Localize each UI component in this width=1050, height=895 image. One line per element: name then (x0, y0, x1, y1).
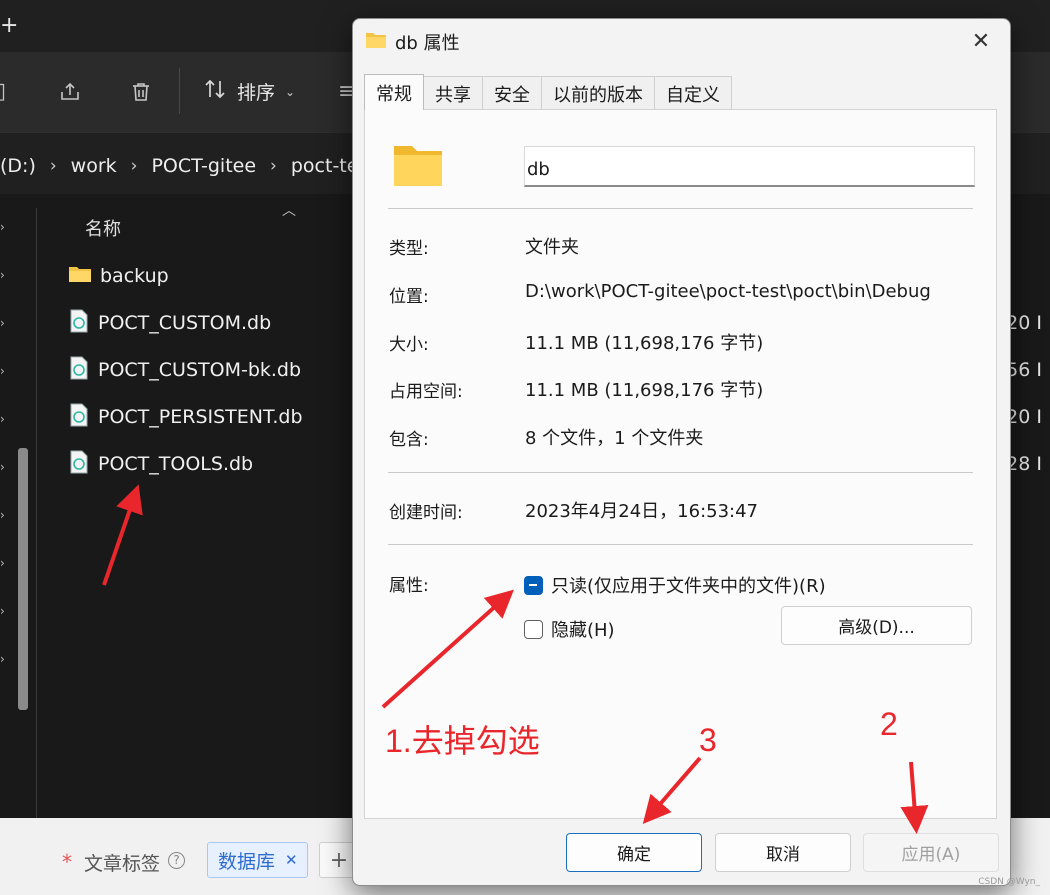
divider (388, 544, 973, 545)
breadcrumb-chevron-icon: › (131, 156, 138, 176)
db-file-icon (68, 403, 90, 432)
sort-arrows-icon (203, 78, 227, 105)
type-value: 文件夹 (525, 233, 579, 259)
pane-divider (36, 208, 37, 818)
tab-customize[interactable]: 自定义 (654, 76, 732, 110)
dialog-title-bar: db 属性 (365, 29, 460, 55)
dialog-title: db 属性 (395, 29, 460, 55)
size-label: 大小: (389, 330, 429, 355)
tag-chip-label: 数据库 (218, 847, 275, 874)
nav-expand-icon[interactable]: › (0, 366, 8, 376)
breadcrumb-drive[interactable]: (D:) (0, 155, 36, 177)
dialog-tabs: 常规 共享 安全 以前的版本 自定义 (364, 76, 731, 110)
tab-sharing[interactable]: 共享 (423, 76, 483, 110)
copy-icon[interactable]: ▯ (0, 80, 6, 104)
chevron-down-icon: ⌄ (285, 85, 295, 99)
nav-expand-icon[interactable]: › (0, 270, 8, 280)
hidden-checkbox-row[interactable]: 隐藏(H) (524, 616, 615, 642)
sort-label: 排序 (237, 78, 275, 105)
contains-value: 8 个文件，1 个文件夹 (525, 424, 703, 450)
created-value: 2023年4月24日，16:53:47 (525, 497, 758, 523)
nav-expand-icon[interactable]: › (0, 414, 8, 424)
db-file-icon (68, 450, 90, 479)
nav-expand-icon[interactable]: › (0, 606, 8, 616)
sort-ascending-icon: ︿ (282, 200, 296, 220)
breadcrumb-work[interactable]: work (71, 155, 117, 177)
ok-button[interactable]: 确定 (566, 833, 702, 872)
hidden-checkbox[interactable] (524, 620, 543, 639)
watermark: CSDN @Wyn_ (978, 877, 1040, 887)
column-header-name[interactable]: 名称 (85, 215, 121, 241)
annotation-step2: 2 (880, 706, 898, 743)
nav-expand-icon[interactable]: › (0, 222, 8, 232)
tag-chip[interactable]: 数据库 ✕ (207, 842, 308, 878)
share-icon[interactable] (58, 80, 82, 110)
location-label: 位置: (389, 282, 429, 307)
breadcrumb-chevron-icon: › (50, 156, 57, 176)
file-size-partial: 20 I (1006, 406, 1042, 428)
file-name: POCT_PERSISTENT.db (98, 406, 303, 428)
toolbar-divider (179, 68, 180, 114)
list-item[interactable]: POCT_CUSTOM-bk.db (68, 353, 301, 387)
annotation-step3: 3 (699, 722, 717, 759)
new-tab-icon[interactable]: + (0, 14, 18, 38)
readonly-checkbox-row[interactable]: 只读(仅应用于文件夹中的文件)(R) (524, 572, 826, 598)
tab-security[interactable]: 安全 (482, 76, 542, 110)
contains-label: 包含: (389, 425, 429, 450)
folder-icon (365, 31, 387, 54)
sort-button[interactable]: 排序 ⌄ (203, 78, 295, 105)
list-item[interactable]: POCT_TOOLS.db (68, 447, 253, 481)
advanced-button[interactable]: 高级(D)... (781, 606, 972, 645)
plus-icon: + (330, 848, 348, 873)
hidden-checkbox-label: 隐藏(H) (551, 616, 615, 642)
list-item[interactable]: backup (68, 259, 169, 293)
divider (388, 208, 973, 209)
file-name: backup (100, 265, 169, 287)
db-file-icon (68, 309, 90, 338)
db-file-icon (68, 356, 90, 385)
close-icon[interactable]: ✕ (966, 27, 996, 57)
location-value: D:\work\POCT-gitee\poct-test\poct\bin\De… (525, 281, 931, 302)
cancel-button[interactable]: 取消 (715, 833, 851, 872)
readonly-checkbox-label: 只读(仅应用于文件夹中的文件)(R) (551, 572, 826, 598)
list-item[interactable]: POCT_PERSISTENT.db (68, 400, 303, 434)
breadcrumb: (D:) › work › POCT-gitee › poct-test (0, 155, 376, 177)
nav-expand-icon[interactable]: › (0, 510, 8, 520)
general-tab-panel: 类型: 文件夹 位置: D:\work\POCT-gitee\poct-test… (364, 109, 997, 819)
divider (388, 472, 973, 473)
article-tag-label: 文章标签 (84, 849, 160, 876)
list-item[interactable]: POCT_CUSTOM.db (68, 306, 271, 340)
folder-name-field[interactable] (524, 146, 975, 187)
created-label: 创建时间: (389, 498, 463, 523)
size-on-disk-value: 11.1 MB (11,698,176 字节) (525, 376, 763, 402)
breadcrumb-chevron-icon: › (270, 156, 277, 176)
size-value: 11.1 MB (11,698,176 字节) (525, 329, 763, 355)
tab-previous-versions[interactable]: 以前的版本 (541, 76, 655, 110)
tab-general[interactable]: 常规 (364, 74, 424, 110)
nav-expand-icon[interactable]: › (0, 462, 8, 472)
close-icon[interactable]: ✕ (285, 851, 298, 869)
delete-icon[interactable] (129, 80, 153, 110)
type-label: 类型: (389, 234, 429, 259)
attributes-label: 属性: (389, 571, 429, 596)
file-name: POCT_CUSTOM-bk.db (98, 359, 301, 381)
folder-icon (68, 264, 92, 289)
nav-expand-icon[interactable]: › (0, 654, 8, 664)
breadcrumb-poct-gitee[interactable]: POCT-gitee (151, 155, 256, 177)
required-star: * (62, 850, 72, 874)
nav-expand-icon[interactable]: › (0, 558, 8, 568)
size-on-disk-label: 占用空间: (389, 377, 463, 402)
nav-scrollbar-thumb[interactable] (18, 448, 28, 710)
apply-button[interactable]: 应用(A) (863, 833, 999, 872)
file-name: POCT_TOOLS.db (98, 453, 253, 475)
readonly-checkbox[interactable] (524, 576, 543, 595)
annotation-step1: 1.去掉勾选 (385, 716, 540, 762)
folder-icon (392, 142, 444, 188)
help-icon[interactable]: ? (168, 852, 185, 869)
file-name: POCT_CUSTOM.db (98, 312, 271, 334)
nav-expand-icon[interactable]: › (0, 318, 8, 328)
